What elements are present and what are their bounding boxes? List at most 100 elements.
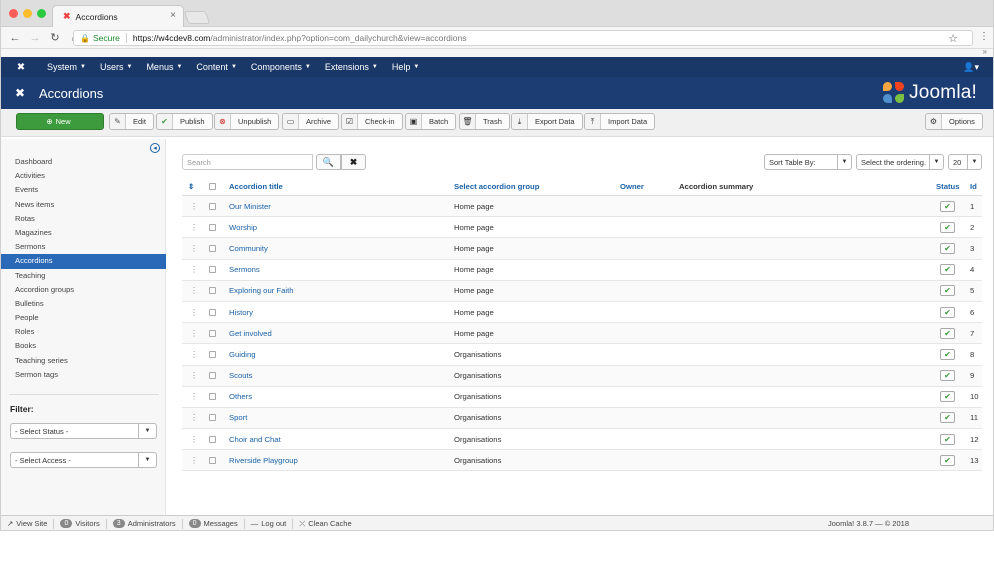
- status-toggle[interactable]: ✔: [940, 408, 955, 428]
- sidebar-item-bulletins[interactable]: Bulletins: [1, 297, 166, 311]
- col-status[interactable]: Status: [936, 178, 960, 195]
- joomla-menu-logo-icon[interactable]: ✖: [9, 62, 33, 73]
- accordion-title-link[interactable]: Sport: [229, 408, 247, 428]
- col-group[interactable]: Select accordion group: [454, 178, 539, 195]
- visitors-link[interactable]: 0 Visitors: [54, 518, 107, 529]
- sidebar-item-teaching[interactable]: Teaching: [1, 269, 166, 283]
- row-checkbox[interactable]: [209, 281, 216, 301]
- sidebar-item-events[interactable]: Events: [1, 183, 166, 197]
- new-button[interactable]: ⊕ New: [16, 113, 104, 130]
- sort-table-select[interactable]: Sort Table By: ▼: [764, 154, 852, 170]
- sidebar-item-roles[interactable]: Roles: [1, 325, 166, 339]
- clear-search-button[interactable]: ✖: [341, 154, 366, 170]
- minimize-window-button[interactable]: [23, 9, 32, 18]
- row-checkbox[interactable]: [209, 450, 216, 470]
- menu-extensions[interactable]: Extensions ▼: [325, 62, 378, 72]
- drag-handle-icon[interactable]: ⋮: [190, 302, 198, 322]
- accordion-title-link[interactable]: Scouts: [229, 366, 253, 386]
- drag-handle-icon[interactable]: ⋮: [190, 366, 198, 386]
- accordion-title-link[interactable]: Get involved: [229, 323, 272, 343]
- archive-button[interactable]: ▭ Archive: [282, 113, 340, 130]
- sidebar-collapse-icon[interactable]: ◂: [150, 143, 160, 153]
- tab-close-icon[interactable]: ×: [170, 10, 176, 21]
- check-all-checkbox[interactable]: [209, 178, 216, 195]
- accordion-title-link[interactable]: Guiding: [229, 344, 256, 364]
- drag-handle-icon[interactable]: ⋮: [190, 260, 198, 280]
- user-menu-icon[interactable]: 👤▾: [963, 62, 979, 73]
- sidebar-item-sermon-tags[interactable]: Sermon tags: [1, 368, 166, 382]
- status-toggle[interactable]: ✔: [940, 302, 955, 322]
- col-title[interactable]: Accordion title: [229, 178, 283, 195]
- list-limit-select[interactable]: 20 ▼: [948, 154, 982, 170]
- close-window-button[interactable]: [9, 9, 18, 18]
- browser-tab[interactable]: ✖ Accordions ×: [52, 5, 184, 27]
- options-button[interactable]: ⚙ Options: [925, 113, 983, 130]
- row-checkbox[interactable]: [209, 344, 216, 364]
- status-toggle[interactable]: ✔: [940, 281, 955, 301]
- row-checkbox[interactable]: [209, 366, 216, 386]
- menu-users[interactable]: Users ▼: [100, 62, 132, 72]
- menu-components[interactable]: Components ▼: [251, 62, 311, 72]
- drag-handle-icon[interactable]: ⋮: [190, 387, 198, 407]
- search-input[interactable]: Search: [182, 154, 313, 170]
- checkin-button[interactable]: ☑ Check-in: [341, 113, 403, 130]
- batch-button[interactable]: ▣ Batch: [405, 113, 457, 130]
- accordion-title-link[interactable]: Riverside Playgroup: [229, 450, 298, 470]
- col-owner[interactable]: Owner: [620, 178, 644, 195]
- bookmark-star-icon[interactable]: ☆: [948, 32, 958, 45]
- sidebar-item-accordions[interactable]: Accordions: [1, 254, 166, 269]
- row-checkbox[interactable]: [209, 260, 216, 280]
- menu-help[interactable]: Help ▼: [392, 62, 419, 72]
- accordion-title-link[interactable]: Worship: [229, 217, 257, 237]
- sidebar-item-teaching-series[interactable]: Teaching series: [1, 354, 166, 368]
- unpublish-button[interactable]: ⊗ Unpublish: [214, 113, 280, 130]
- col-id[interactable]: Id: [970, 178, 977, 195]
- accordion-title-link[interactable]: Sermons: [229, 260, 260, 280]
- status-toggle[interactable]: ✔: [940, 217, 955, 237]
- row-checkbox[interactable]: [209, 429, 216, 449]
- drag-handle-icon[interactable]: ⋮: [190, 281, 198, 301]
- sidebar-item-rotas[interactable]: Rotas: [1, 212, 166, 226]
- accordion-title-link[interactable]: Choir and Chat: [229, 429, 281, 449]
- drag-handle-icon[interactable]: ⋮: [190, 196, 198, 216]
- row-checkbox[interactable]: [209, 238, 216, 258]
- status-toggle[interactable]: ✔: [940, 344, 955, 364]
- status-filter-select[interactable]: - Select Status - ▼: [10, 423, 157, 439]
- sidebar-item-sermons[interactable]: Sermons: [1, 240, 166, 254]
- publish-button[interactable]: ✔ Publish: [156, 113, 213, 130]
- back-icon[interactable]: ←: [9, 32, 21, 44]
- status-toggle[interactable]: ✔: [940, 323, 955, 343]
- trash-button[interactable]: 🗑 Trash: [459, 113, 510, 130]
- row-checkbox[interactable]: [209, 196, 216, 216]
- menu-system[interactable]: System ▼: [47, 62, 86, 72]
- menu-menus[interactable]: Menus ▼: [146, 62, 182, 72]
- accordion-title-link[interactable]: Community: [229, 238, 268, 258]
- status-toggle[interactable]: ✔: [940, 196, 955, 216]
- logout-link[interactable]: — Log out: [245, 518, 294, 529]
- sidebar-item-dashboard[interactable]: Dashboard: [1, 155, 166, 169]
- status-toggle[interactable]: ✔: [940, 429, 955, 449]
- row-checkbox[interactable]: [209, 408, 216, 428]
- sidebar-item-activities[interactable]: Activities: [1, 169, 166, 183]
- accordion-title-link[interactable]: Others: [229, 387, 252, 407]
- status-toggle[interactable]: ✔: [940, 238, 955, 258]
- sidebar-item-news-items[interactable]: News items: [1, 198, 166, 212]
- messages-link[interactable]: 0 Messages: [183, 518, 245, 529]
- row-checkbox[interactable]: [209, 302, 216, 322]
- browser-menu-icon[interactable]: ⋮: [979, 31, 989, 42]
- forward-icon[interactable]: →: [29, 32, 41, 44]
- maximize-window-button[interactable]: [37, 9, 46, 18]
- ordering-sort-icon[interactable]: ⇕: [188, 178, 194, 195]
- status-toggle[interactable]: ✔: [940, 366, 955, 386]
- search-button[interactable]: 🔍: [316, 154, 341, 170]
- accordion-title-link[interactable]: Our Minister: [229, 196, 271, 216]
- administrators-link[interactable]: 3 Administrators: [107, 518, 183, 529]
- drag-handle-icon[interactable]: ⋮: [190, 429, 198, 449]
- status-toggle[interactable]: ✔: [940, 450, 955, 470]
- edit-button[interactable]: ✎ Edit: [109, 113, 154, 130]
- accordion-title-link[interactable]: Exploring our Faith: [229, 281, 294, 301]
- drag-handle-icon[interactable]: ⋮: [190, 344, 198, 364]
- status-toggle[interactable]: ✔: [940, 260, 955, 280]
- new-tab-button[interactable]: [183, 11, 211, 24]
- clean-cache-link[interactable]: ⤫ Clean Cache: [293, 519, 357, 529]
